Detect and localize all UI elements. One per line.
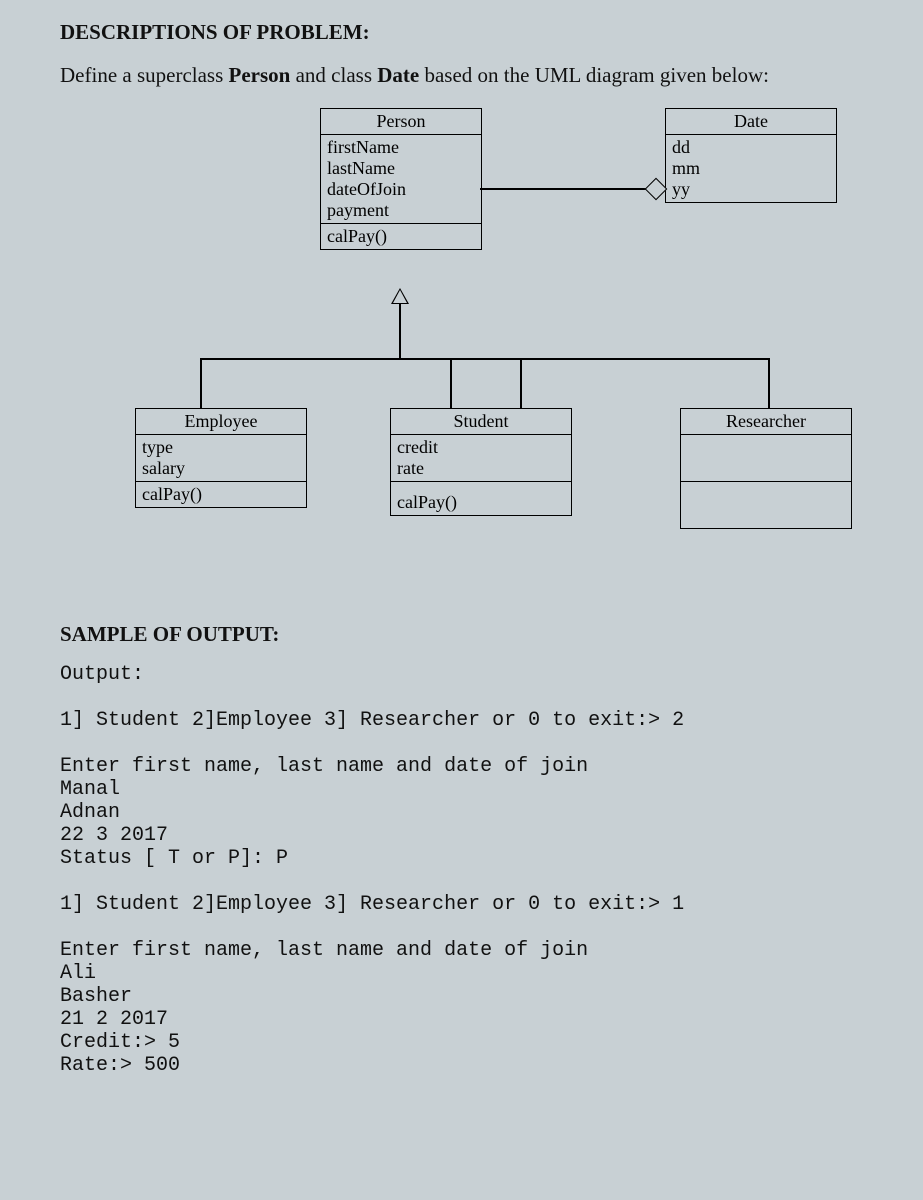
uml-title: Student [391, 409, 571, 435]
uml-diagram: Person firstName lastName dateOfJoin pay… [60, 108, 860, 598]
uml-attr: type [142, 437, 300, 458]
sample-output-text: Output: 1] Student 2]Employee 3] Researc… [60, 663, 863, 1077]
uml-attr: payment [327, 200, 475, 221]
uml-attrs: type salary [136, 435, 306, 482]
uml-attrs: firstName lastName dateOfJoin payment [321, 135, 481, 224]
uml-op: calPay() [142, 484, 300, 505]
uml-attr: salary [142, 458, 300, 479]
descriptions-heading: DESCRIPTIONS OF PROBLEM: [60, 20, 863, 45]
uml-attr: rate [397, 458, 565, 479]
sample-output-heading: SAMPLE OF OUTPUT: [60, 622, 863, 647]
uml-class-person: Person firstName lastName dateOfJoin pay… [320, 108, 482, 250]
instruction-suffix: based on the UML diagram given below: [419, 63, 769, 87]
uml-title: Date [666, 109, 836, 135]
uml-attr: credit [397, 437, 565, 458]
uml-line [768, 358, 770, 408]
uml-ops [681, 482, 851, 528]
uml-op: calPay() [397, 492, 565, 513]
uml-line [200, 358, 202, 408]
instruction-prefix: Define a superclass [60, 63, 229, 87]
uml-line [520, 358, 522, 408]
document-page: DESCRIPTIONS OF PROBLEM: Define a superc… [0, 0, 923, 1117]
uml-attrs [681, 435, 851, 482]
uml-class-student: Student credit rate calPay() [390, 408, 572, 516]
uml-class-employee: Employee type salary calPay() [135, 408, 307, 508]
uml-class-researcher: Researcher [680, 408, 852, 529]
uml-ops: calPay() [136, 482, 306, 507]
uml-inheritance-arrow-icon [391, 288, 409, 304]
uml-line [200, 358, 770, 360]
uml-attrs: credit rate [391, 435, 571, 482]
instruction-mid: and class [290, 63, 377, 87]
uml-title: Person [321, 109, 481, 135]
class-name-date: Date [377, 63, 419, 87]
uml-attr: lastName [327, 158, 475, 179]
uml-aggregation-diamond-icon [645, 178, 668, 201]
uml-attrs: dd mm yy [666, 135, 836, 202]
uml-association-line [480, 188, 650, 190]
uml-attr: mm [672, 158, 830, 179]
uml-op: calPay() [327, 226, 475, 247]
problem-instruction: Define a superclass Person and class Dat… [60, 63, 863, 88]
uml-title: Researcher [681, 409, 851, 435]
class-name-person: Person [229, 63, 291, 87]
uml-line [450, 358, 452, 408]
uml-attr: firstName [327, 137, 475, 158]
uml-attr: dateOfJoin [327, 179, 475, 200]
uml-ops: calPay() [321, 224, 481, 249]
uml-attr: yy [672, 179, 830, 200]
uml-class-date: Date dd mm yy [665, 108, 837, 203]
uml-title: Employee [136, 409, 306, 435]
uml-attr: dd [672, 137, 830, 158]
uml-ops: calPay() [391, 482, 571, 515]
uml-line [399, 304, 401, 358]
